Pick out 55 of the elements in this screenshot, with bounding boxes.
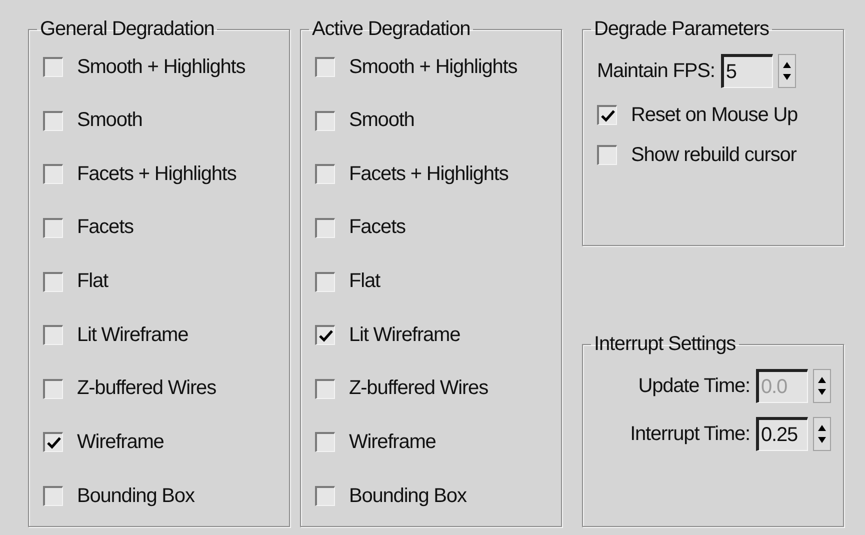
checkbox-label: Facets: [349, 216, 406, 240]
checkbox[interactable]: [43, 378, 63, 399]
checkbox[interactable]: [315, 272, 335, 292]
group-title: Interrupt Settings: [593, 333, 737, 356]
spinner-arrows-icon[interactable]: [813, 369, 831, 403]
field-label: Update Time:: [638, 374, 750, 398]
checkbox[interactable]: [597, 105, 617, 125]
group-title: General Degradation: [39, 18, 216, 41]
checkbox[interactable]: [43, 57, 63, 77]
checkbox-label: Z-buffered Wires: [77, 377, 216, 400]
field-label: Interrupt Time:: [630, 422, 750, 446]
checkbox[interactable]: [315, 378, 335, 399]
checkbox[interactable]: [43, 164, 63, 184]
group-title: Active Degradation: [311, 18, 472, 41]
checkbox[interactable]: [597, 145, 617, 165]
time-field[interactable]: 0.25: [756, 417, 808, 451]
checkbox-label: Smooth + Highlights: [349, 56, 518, 78]
checkbox[interactable]: [43, 432, 63, 452]
fps-field[interactable]: 5: [720, 54, 773, 88]
checkmark-icon: [46, 436, 60, 449]
checkbox-label: Lit Wireframe: [77, 324, 188, 347]
checkbox-label: Smooth + Highlights: [77, 56, 246, 78]
checkbox-label: Bounding Box: [349, 484, 466, 508]
checkbox-label: Z-buffered Wires: [349, 377, 488, 400]
checkbox-label: Bounding Box: [77, 484, 194, 508]
checkbox-label: Flat: [349, 270, 380, 293]
spinner-arrows-icon[interactable]: [778, 54, 796, 88]
checkbox-label: Facets + Highlights: [349, 162, 508, 186]
group-title: Degrade Parameters: [593, 18, 770, 41]
checkbox[interactable]: [43, 272, 63, 292]
checkbox-label: Flat: [77, 270, 108, 293]
checkbox[interactable]: [43, 110, 63, 131]
checkbox[interactable]: [315, 432, 335, 452]
checkbox[interactable]: [43, 486, 63, 506]
checkbox[interactable]: [315, 110, 335, 131]
field-label: Maintain FPS:: [597, 60, 715, 82]
checkbox-label: Lit Wireframe: [349, 324, 460, 347]
checkbox[interactable]: [315, 57, 335, 77]
checkmark-icon: [600, 110, 614, 122]
checkbox-label: Smooth: [349, 109, 414, 132]
checkbox[interactable]: [43, 325, 63, 346]
checkbox-label: Facets + Highlights: [77, 162, 236, 186]
checkbox-label: Facets: [77, 216, 134, 240]
checkbox-label: Wireframe: [77, 430, 164, 454]
checkbox-label: Wireframe: [349, 430, 436, 454]
checkbox[interactable]: [315, 164, 335, 184]
checkbox-label: Reset on Mouse Up: [631, 104, 798, 126]
checkbox-label: Smooth: [77, 109, 142, 132]
checkbox[interactable]: [315, 486, 335, 506]
checkbox[interactable]: [315, 218, 335, 238]
checkbox[interactable]: [43, 218, 63, 238]
checkmark-icon: [318, 330, 332, 342]
checkbox[interactable]: [315, 325, 335, 346]
spinner-arrows-icon[interactable]: [813, 417, 831, 451]
checkbox-label: Show rebuild cursor: [631, 144, 796, 166]
